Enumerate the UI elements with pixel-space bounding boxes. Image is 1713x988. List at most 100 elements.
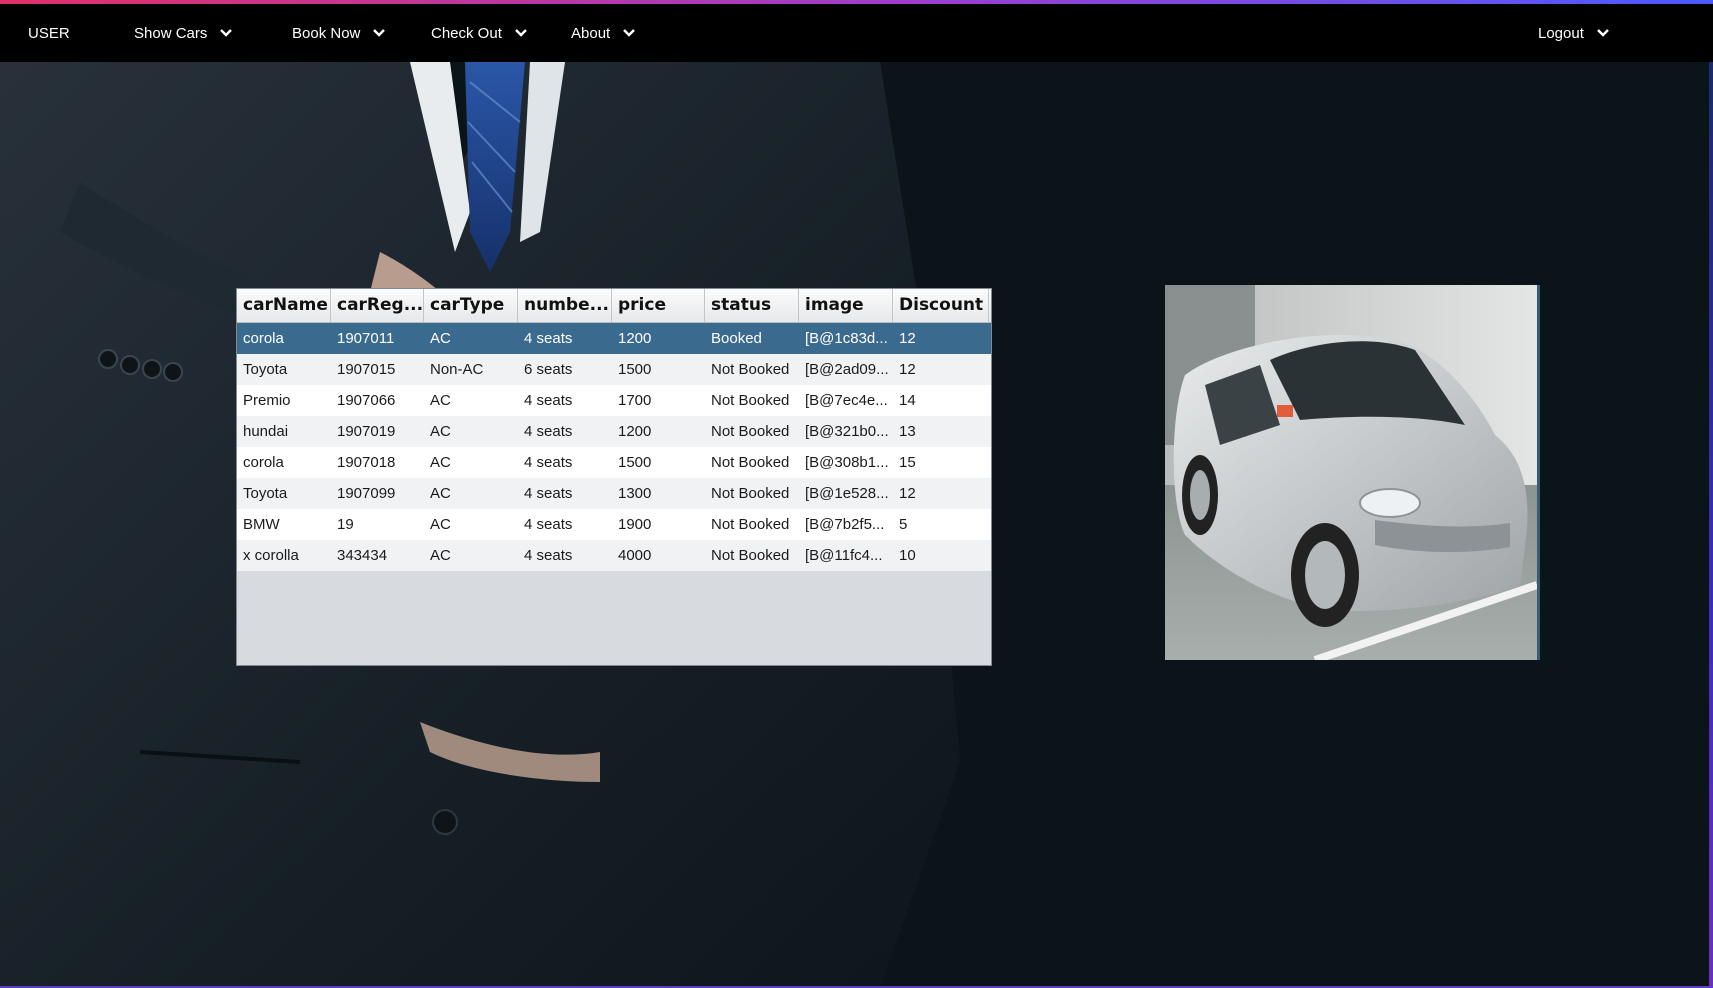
table-cell: [B@321b0... bbox=[805, 423, 889, 440]
table-cell: 4 seats bbox=[524, 516, 573, 533]
table-cell: Not Booked bbox=[711, 485, 790, 502]
window-edge bbox=[1709, 62, 1713, 988]
table-cell: Not Booked bbox=[711, 361, 790, 378]
table-cell: Not Booked bbox=[711, 423, 790, 440]
table-cell: 4 seats bbox=[524, 485, 573, 502]
table-cell: corola bbox=[243, 454, 284, 471]
table-cell: 12 bbox=[899, 361, 916, 378]
table-cell: AC bbox=[430, 330, 451, 347]
table-cell: hundai bbox=[243, 423, 289, 440]
nav-about-label: About bbox=[571, 24, 611, 42]
table-cell: Booked bbox=[711, 330, 762, 347]
table-header: carName carReg... carType numbe... price… bbox=[237, 289, 991, 323]
table-row[interactable]: Toyota 1907099 AC 4 seats 1300 Not Booked [B@1… bbox=[237, 478, 991, 509]
cars-table[interactable]: carName carReg... carType numbe... price… bbox=[236, 288, 992, 666]
table-row[interactable]: corola 1907011 AC 4 seats 1200 Booked [B@1c83d… bbox=[237, 323, 991, 354]
table-cell: 4 seats bbox=[524, 423, 573, 440]
nav-book-now[interactable]: Book Now bbox=[292, 4, 386, 62]
nav-check-out[interactable]: Check Out bbox=[431, 4, 528, 62]
nav-logout[interactable]: Logout bbox=[1538, 4, 1610, 62]
chevron-down-icon bbox=[1596, 28, 1610, 38]
table-row[interactable]: Toyota 1907015 Non-AC 6 seats 1500 Not Booked… bbox=[237, 354, 991, 385]
table-cell: [B@1c83d... bbox=[805, 330, 888, 347]
table-body: corola 1907011 AC 4 seats 1200 Booked [B@1c83d… bbox=[237, 323, 991, 571]
column-header[interactable]: numbe... bbox=[518, 289, 612, 322]
table-cell: [B@1e528... bbox=[805, 485, 889, 502]
column-header[interactable]: Discount bbox=[893, 289, 989, 322]
table-cell: AC bbox=[430, 423, 451, 440]
column-header[interactable]: image bbox=[799, 289, 893, 322]
table-cell: 19 bbox=[337, 516, 354, 533]
nav-logout-label: Logout bbox=[1538, 24, 1584, 42]
table-cell: 13 bbox=[899, 423, 916, 440]
chevron-down-icon bbox=[622, 28, 636, 38]
table-cell: AC bbox=[430, 392, 451, 409]
column-header[interactable]: carType bbox=[424, 289, 518, 322]
table-cell: Premio bbox=[243, 392, 291, 409]
nav-show-cars[interactable]: Show Cars bbox=[134, 4, 233, 62]
table-cell: Not Booked bbox=[711, 454, 790, 471]
table-cell: 4 seats bbox=[524, 392, 573, 409]
table-cell: AC bbox=[430, 516, 451, 533]
table-cell: 343434 bbox=[337, 547, 388, 564]
table-cell: 1300 bbox=[618, 485, 652, 502]
table-cell: 4 seats bbox=[524, 547, 573, 564]
table-cell: 6 seats bbox=[524, 361, 573, 378]
nav-show-cars-label: Show Cars bbox=[134, 24, 208, 42]
table-cell: 1700 bbox=[618, 392, 652, 409]
table-cell: Non-AC bbox=[430, 361, 484, 378]
column-header[interactable]: carReg... bbox=[331, 289, 424, 322]
table-cell: 4 seats bbox=[524, 330, 573, 347]
nav-user[interactable]: USER bbox=[28, 4, 70, 62]
table-cell: 14 bbox=[899, 392, 916, 409]
silver-sedan-image bbox=[1165, 285, 1537, 660]
column-header[interactable]: status bbox=[705, 289, 799, 322]
table-cell: 15 bbox=[899, 454, 916, 471]
table-cell: 1907019 bbox=[337, 423, 396, 440]
table-cell: 1900 bbox=[618, 516, 652, 533]
table-cell: corola bbox=[243, 330, 284, 347]
table-cell: AC bbox=[430, 485, 451, 502]
table-row[interactable]: Premio 1907066 AC 4 seats 1700 Not Booked [B@7… bbox=[237, 385, 991, 416]
table-row[interactable]: x corolla 343434 AC 4 seats 4000 Not Booked [B… bbox=[237, 540, 991, 571]
table-cell: BMW bbox=[243, 516, 280, 533]
column-header[interactable]: price bbox=[612, 289, 705, 322]
table-cell: AC bbox=[430, 547, 451, 564]
table-cell: 1907015 bbox=[337, 361, 396, 378]
table-row[interactable]: BMW 19 AC 4 seats 1900 Not Booked [B@7b2f5... 5 bbox=[237, 509, 991, 540]
table-cell: 1907066 bbox=[337, 392, 396, 409]
table-cell: 12 bbox=[899, 485, 916, 502]
table-row[interactable]: corola 1907018 AC 4 seats 1500 Not Booked [B@3… bbox=[237, 447, 991, 478]
table-cell: 1907018 bbox=[337, 454, 396, 471]
table-cell: 5 bbox=[899, 516, 908, 533]
chevron-down-icon bbox=[514, 28, 528, 38]
table-cell: Toyota bbox=[243, 485, 288, 502]
table-cell: 1500 bbox=[618, 361, 652, 378]
nav-book-now-label: Book Now bbox=[292, 24, 361, 42]
table-cell: Not Booked bbox=[711, 516, 790, 533]
table-cell: 12 bbox=[899, 330, 916, 347]
table-cell: [B@7b2f5... bbox=[805, 516, 885, 533]
top-navbar: USER Show Cars Book Now Check Out About … bbox=[0, 4, 1713, 62]
table-cell: [B@2ad09... bbox=[805, 361, 889, 378]
car-image bbox=[1165, 285, 1540, 660]
column-header[interactable]: carName bbox=[237, 289, 331, 322]
nav-user-label: USER bbox=[28, 24, 70, 42]
table-cell: Not Booked bbox=[711, 392, 790, 409]
table-cell: AC bbox=[430, 454, 451, 471]
chevron-down-icon bbox=[219, 28, 233, 38]
table-cell: 1500 bbox=[618, 454, 652, 471]
table-row[interactable]: hundai 1907019 AC 4 seats 1200 Not Booked [B@3… bbox=[237, 416, 991, 447]
table-cell: 4000 bbox=[618, 547, 652, 564]
table-cell: x corolla bbox=[243, 547, 299, 564]
table-cell: Toyota bbox=[243, 361, 288, 378]
table-cell: 1907011 bbox=[337, 330, 395, 347]
table-cell: 10 bbox=[899, 547, 916, 564]
nav-about[interactable]: About bbox=[571, 4, 636, 62]
app-window: USER Show Cars Book Now Check Out About … bbox=[0, 0, 1713, 988]
table-cell: 1200 bbox=[618, 330, 652, 347]
table-cell: [B@11fc4... bbox=[805, 547, 883, 564]
nav-check-out-label: Check Out bbox=[431, 24, 502, 42]
table-cell: Not Booked bbox=[711, 547, 790, 564]
table-cell: 1907099 bbox=[337, 485, 396, 502]
